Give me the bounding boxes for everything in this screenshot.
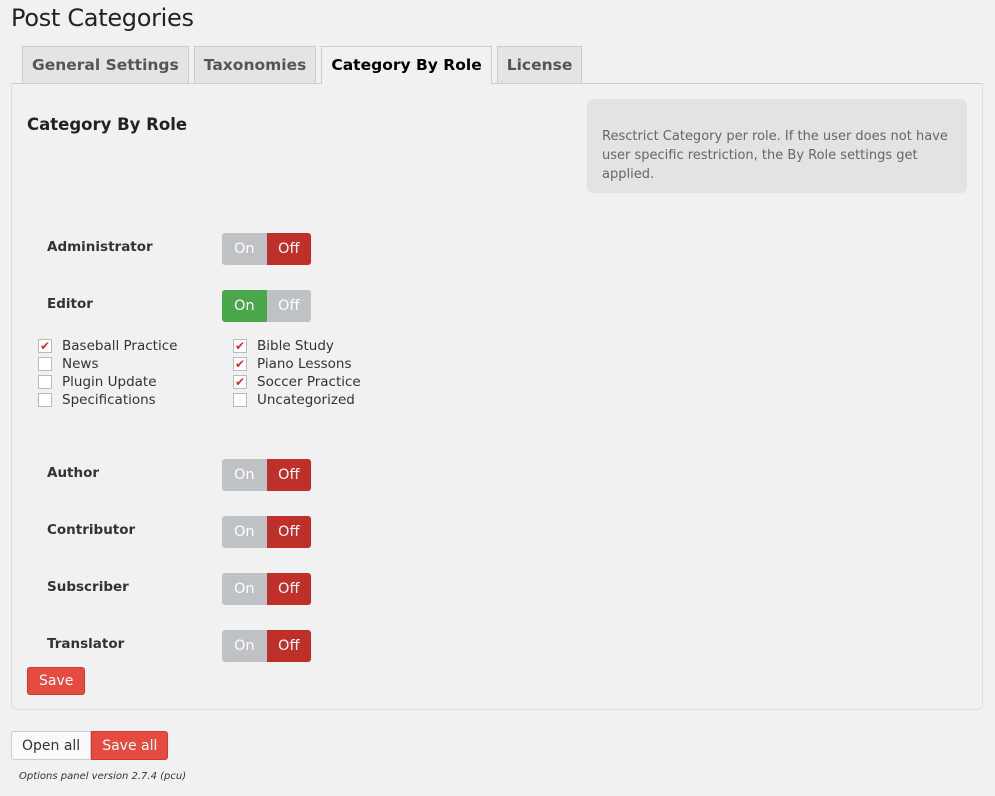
category-checkbox-item[interactable]: ✔ Soccer Practice (233, 373, 361, 391)
checkbox-checked[interactable]: ✔ (233, 375, 247, 389)
category-label: Baseball Practice (62, 338, 178, 354)
editor-categories-right: ✔ Bible Study ✔ Piano Lessons ✔ Soccer P… (233, 337, 361, 409)
category-checkbox-item[interactable]: Plugin Update (38, 373, 177, 391)
toggle-off-option[interactable]: Off (266, 290, 311, 322)
checkbox[interactable] (38, 375, 52, 389)
footer-actions: Open all Save all (11, 731, 169, 760)
role-label-administrator: Administrator (47, 239, 153, 255)
editor-categories-left: ✔ Baseball Practice News Plugin Update S… (38, 337, 177, 409)
toggle-editor[interactable]: On Off (222, 290, 311, 322)
toggle-on-option[interactable]: On (222, 459, 267, 491)
category-label: Bible Study (257, 338, 334, 354)
toggle-on-option[interactable]: On (222, 516, 267, 548)
section-title: Category By Role (27, 115, 188, 134)
toggle-author[interactable]: On Off (222, 459, 311, 491)
role-label-subscriber: Subscriber (47, 579, 129, 595)
toggle-on-option[interactable]: On (222, 573, 267, 605)
toggle-on-option[interactable]: On (222, 233, 267, 265)
save-all-button[interactable]: Save all (91, 731, 169, 760)
category-label: Uncategorized (257, 392, 355, 408)
toggle-on-option[interactable]: On (222, 290, 267, 322)
category-checkbox-item[interactable]: Specifications (38, 391, 177, 409)
toggle-on-option[interactable]: On (222, 630, 267, 662)
open-all-button[interactable]: Open all (11, 731, 92, 760)
checkbox[interactable] (38, 357, 52, 371)
tab-bar: General Settings Taxonomies Category By … (22, 46, 587, 84)
category-checkbox-item[interactable]: News (38, 355, 177, 373)
toggle-administrator[interactable]: On Off (222, 233, 311, 265)
tab-general-settings[interactable]: General Settings (22, 46, 189, 83)
checkbox[interactable] (38, 393, 52, 407)
category-label: News (62, 356, 99, 372)
toggle-off-option[interactable]: Off (266, 573, 311, 605)
category-checkbox-item[interactable]: Uncategorized (233, 391, 361, 409)
checkbox-checked[interactable]: ✔ (233, 357, 247, 371)
toggle-off-option[interactable]: Off (266, 516, 311, 548)
category-label: Piano Lessons (257, 356, 352, 372)
version-text: Options panel version 2.7.4 (pcu) (19, 771, 187, 782)
role-label-translator: Translator (47, 636, 125, 652)
checkbox[interactable] (233, 393, 247, 407)
category-checkbox-item[interactable]: ✔ Baseball Practice (38, 337, 177, 355)
checkbox-checked[interactable]: ✔ (38, 339, 52, 353)
role-label-editor: Editor (47, 296, 93, 312)
settings-panel: Category By Role Resctrict Category per … (11, 83, 983, 710)
toggle-contributor[interactable]: On Off (222, 516, 311, 548)
toggle-off-option[interactable]: Off (266, 630, 311, 662)
save-button[interactable]: Save (27, 667, 86, 695)
toggle-off-option[interactable]: Off (266, 233, 311, 265)
category-label: Plugin Update (62, 374, 157, 390)
role-label-contributor: Contributor (47, 522, 136, 538)
page-title: Post Categories (11, 4, 194, 32)
category-label: Specifications (62, 392, 156, 408)
toggle-subscriber[interactable]: On Off (222, 573, 311, 605)
toggle-off-option[interactable]: Off (266, 459, 311, 491)
info-box: Resctrict Category per role. If the user… (587, 99, 967, 193)
category-label: Soccer Practice (257, 374, 361, 390)
tab-category-by-role[interactable]: Category By Role (321, 46, 492, 84)
category-checkbox-item[interactable]: ✔ Bible Study (233, 337, 361, 355)
category-checkbox-item[interactable]: ✔ Piano Lessons (233, 355, 361, 373)
tab-taxonomies[interactable]: Taxonomies (193, 46, 317, 83)
tab-license[interactable]: License (496, 46, 583, 83)
role-label-author: Author (47, 465, 100, 481)
checkbox-checked[interactable]: ✔ (233, 339, 247, 353)
toggle-translator[interactable]: On Off (222, 630, 311, 662)
